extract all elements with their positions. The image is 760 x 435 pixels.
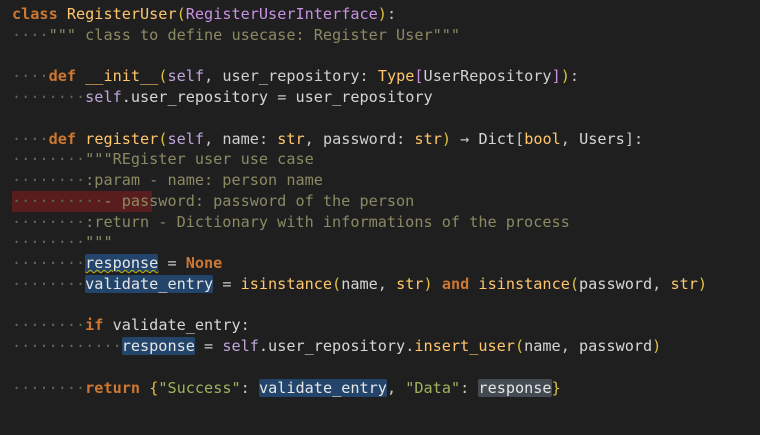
superclass-name: RegisterUserInterface [185, 5, 378, 23]
code-line-17[interactable]: ············response = self.user_reposit… [0, 336, 760, 357]
init-method-name: __init__ [85, 67, 159, 86]
code-line-3[interactable] [0, 46, 760, 67]
docstring-line: - password: password of the person [103, 191, 415, 210]
code-line-15[interactable] [0, 295, 760, 316]
class-name: RegisterUser [66, 5, 177, 23]
code-line-1[interactable]: class RegisterUser(RegisterUserInterface… [0, 4, 760, 25]
code-line-19[interactable]: ········return {"Success": validate_entr… [0, 378, 760, 399]
docstring-line: :param - name: person name [85, 171, 323, 189]
validate-entry-highlight: validate_entry [85, 274, 214, 293]
docstring-line: :return - Dictionary with informations o… [85, 212, 570, 231]
code-line-4[interactable]: ····def __init__(self, user_repository: … [0, 66, 760, 87]
class-docstring: """ class to define usecase: Register Us… [48, 25, 461, 44]
code-line-7[interactable]: ····def register(self, name: str, passwo… [0, 129, 760, 150]
code-line-11[interactable]: ········:return - Dictionary with inform… [0, 212, 760, 233]
docstring-line: """ [85, 233, 113, 252]
docstring-line: """REgister user use case [85, 150, 314, 169]
response-var-highlight: response [85, 254, 159, 272]
kw-def: def [48, 67, 77, 86]
code-line-10[interactable]: ··········- password: password of the pe… [0, 190, 760, 212]
indent-guide: ···· [12, 25, 49, 44]
code-line-6[interactable] [0, 108, 760, 129]
code-line-12[interactable]: ········""" [0, 232, 760, 253]
kw-class: class [12, 5, 58, 23]
code-line-13[interactable]: ········response = None [0, 253, 760, 274]
code-editor[interactable]: class RegisterUser(RegisterUserInterface… [0, 0, 760, 435]
code-line-8[interactable]: ········"""REgister user use case [0, 149, 760, 170]
code-line-14[interactable]: ········validate_entry = isinstance(name… [0, 274, 760, 295]
code-line-18[interactable] [0, 357, 760, 378]
code-line-16[interactable]: ········if validate_entry: [0, 315, 760, 336]
register-method-name: register [85, 129, 159, 148]
code-line-5[interactable]: ········self.user_repository = user_repo… [0, 87, 760, 108]
code-line-2[interactable]: ····""" class to define usecase: Registe… [0, 25, 760, 46]
response-var-highlight: response [121, 337, 195, 355]
response-var-highlight: response [478, 378, 552, 397]
code-line-9[interactable]: ········:param - name: person name [0, 170, 760, 191]
validate-entry-highlight: validate_entry [258, 378, 387, 397]
arrow-glyph: → [460, 129, 470, 148]
